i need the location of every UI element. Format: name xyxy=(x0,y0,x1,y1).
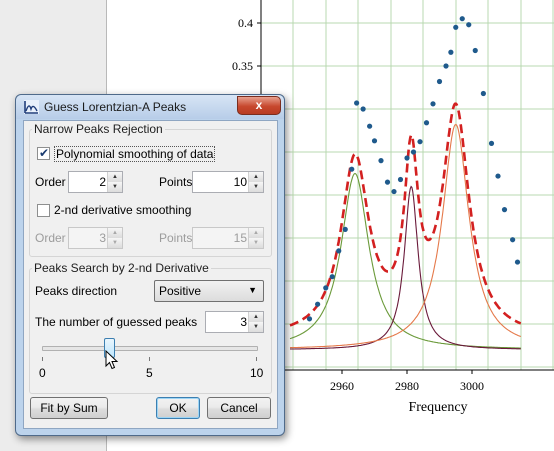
data-point xyxy=(367,123,373,129)
dialog-title: Guess Lorentzian-A Peaks xyxy=(44,100,187,114)
x-axis-label: Frequency xyxy=(408,400,467,415)
guessed-peaks-slider-track[interactable] xyxy=(42,346,258,351)
data-point xyxy=(466,22,472,28)
data-point xyxy=(488,140,495,146)
data-point xyxy=(510,237,516,243)
data-point xyxy=(378,158,384,164)
data-point xyxy=(514,259,521,265)
guessed-peaks-label: The number of guessed peaks xyxy=(35,315,198,329)
guessed-peaks-spinbox[interactable]: 3 ▲ ▼ xyxy=(205,311,264,333)
data-point xyxy=(329,274,335,280)
polynomial-smoothing-label[interactable]: Polynomial smoothing of data xyxy=(54,146,216,162)
cancel-button[interactable]: Cancel xyxy=(207,397,271,419)
points2-value: 15 xyxy=(233,231,247,245)
data-point xyxy=(315,301,321,307)
data-point xyxy=(501,207,508,213)
close-button[interactable]: x xyxy=(237,96,281,115)
spin-down-icon: ▼ xyxy=(108,238,122,248)
mouse-pointer-icon xyxy=(105,350,119,370)
order-label: Order xyxy=(35,175,66,189)
guess-peaks-dialog: Guess Lorentzian-A Peaks x Narrow Peaks … xyxy=(15,94,285,436)
data-point xyxy=(404,155,410,161)
y-tick-label: 0.4 xyxy=(238,16,253,30)
data-point xyxy=(336,248,342,254)
checkmark-icon: ✔ xyxy=(39,146,50,160)
fit-sum-curve xyxy=(289,102,522,327)
data-point xyxy=(371,138,378,144)
close-icon: x xyxy=(255,98,263,112)
data-point xyxy=(495,173,501,179)
data-point xyxy=(306,316,313,322)
slider-min-label: 0 xyxy=(39,366,46,380)
spin-down-icon[interactable]: ▼ xyxy=(108,182,122,192)
data-point xyxy=(384,179,391,185)
slider-tick xyxy=(256,357,257,361)
derivative-smoothing-label[interactable]: 2-nd derivative smoothing xyxy=(54,203,191,217)
dialog-body: Narrow Peaks Rejection ✔ Polynomial smoo… xyxy=(23,120,278,429)
data-point xyxy=(354,100,360,106)
dialog-titlebar[interactable]: Guess Lorentzian-A Peaks x xyxy=(16,95,284,119)
data-point xyxy=(453,24,459,30)
data-point xyxy=(391,188,397,195)
ok-button[interactable]: OK xyxy=(156,397,200,419)
data-point xyxy=(360,106,366,112)
peaks-direction-value: Positive xyxy=(159,284,202,298)
points2-spinbox: 15 ▲ ▼ xyxy=(192,227,264,249)
slider-max-label: 10 xyxy=(250,366,264,380)
order-value: 2 xyxy=(99,175,106,189)
slider-mid-label: 5 xyxy=(146,366,153,380)
order-spinbox[interactable]: 2 ▲ ▼ xyxy=(68,171,123,193)
order2-value: 3 xyxy=(99,231,106,245)
spin-down-icon[interactable]: ▼ xyxy=(249,182,263,192)
peaks-direction-select[interactable]: Positive ▼ xyxy=(154,280,264,302)
derivative-smoothing-checkbox[interactable] xyxy=(37,204,50,217)
spin-down-icon: ▼ xyxy=(249,238,263,248)
data-point xyxy=(480,90,486,97)
data-point xyxy=(443,63,449,69)
data-point xyxy=(397,176,404,183)
data-point xyxy=(436,78,443,85)
guessed-peaks-value: 3 xyxy=(240,315,247,329)
spin-down-icon[interactable]: ▼ xyxy=(249,322,263,332)
points-value: 10 xyxy=(233,175,247,189)
x-tick-label: 3000 xyxy=(460,379,484,393)
peak-curve-2 xyxy=(290,185,521,350)
data-point xyxy=(448,49,454,55)
chevron-down-icon: ▼ xyxy=(248,285,257,295)
narrow-peaks-group-title: Narrow Peaks Rejection xyxy=(32,122,165,136)
fit-by-sum-button[interactable]: Fit by Sum xyxy=(30,397,108,419)
x-tick-label: 2960 xyxy=(330,379,354,393)
points-spinbox[interactable]: 10 ▲ ▼ xyxy=(192,171,264,193)
data-point xyxy=(417,139,423,145)
slider-tick xyxy=(149,357,150,361)
points2-label: Points xyxy=(159,231,193,245)
data-point xyxy=(410,149,417,155)
polynomial-smoothing-checkbox[interactable]: ✔ xyxy=(37,146,50,160)
order2-spinbox: 3 ▲ ▼ xyxy=(68,227,123,249)
peaks-search-group-title: Peaks Search by 2-nd Derivative xyxy=(32,261,211,275)
data-point xyxy=(423,120,430,126)
peaks-direction-label: Peaks direction xyxy=(35,284,118,298)
points-label: Points xyxy=(159,175,193,189)
y-tick-label: 0.35 xyxy=(232,59,253,73)
order2-label: Order xyxy=(35,231,66,245)
data-point xyxy=(472,47,478,54)
peaks-app-icon xyxy=(24,100,39,114)
slider-tick xyxy=(42,357,43,361)
data-point xyxy=(349,166,355,172)
data-point xyxy=(430,101,436,107)
data-point xyxy=(323,285,329,291)
x-tick-label: 2980 xyxy=(395,379,419,393)
data-point xyxy=(342,226,348,232)
data-point xyxy=(459,16,465,22)
